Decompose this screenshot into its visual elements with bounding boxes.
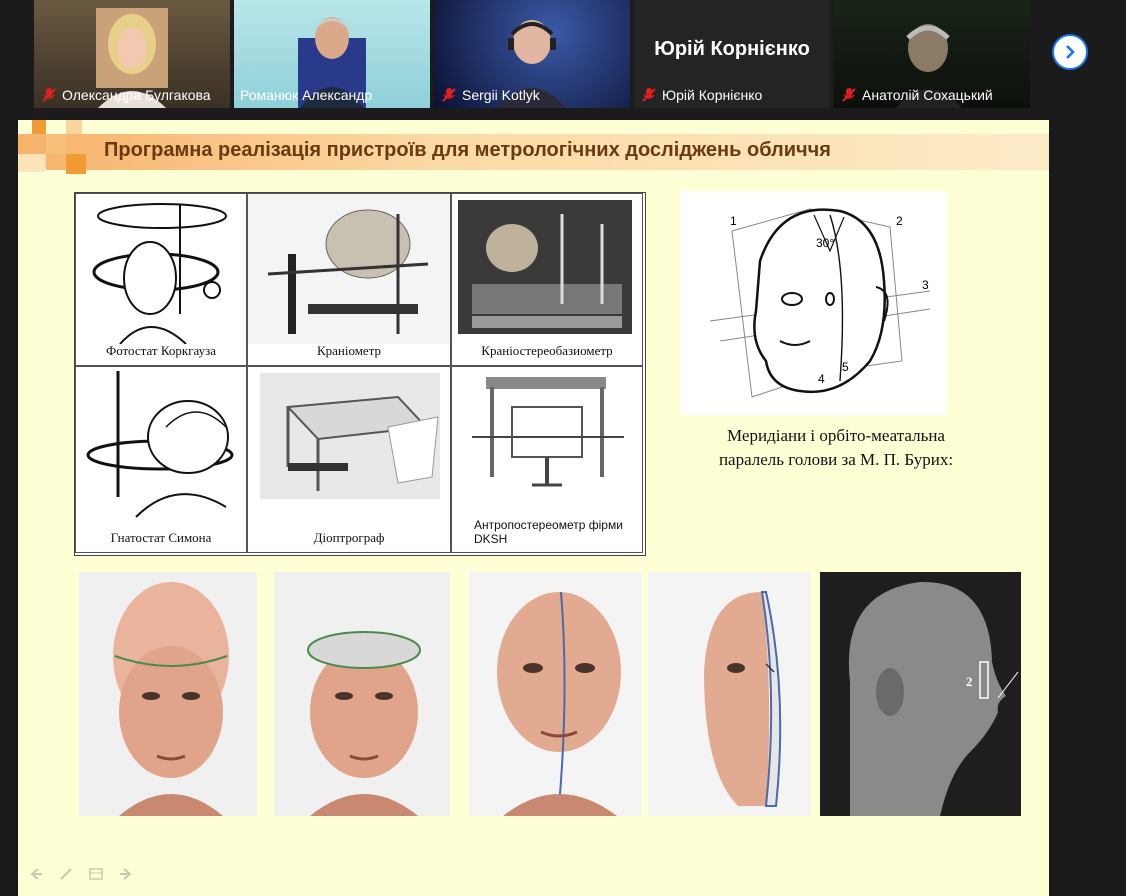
mic-muted-icon bbox=[442, 88, 456, 102]
meridian-label: 3 bbox=[922, 278, 929, 292]
slide-title: Програмна реалізація пристроїв для метро… bbox=[104, 139, 831, 161]
title-decoration bbox=[18, 154, 46, 172]
participant-namebar: Юрій Корнієнко bbox=[634, 82, 762, 108]
participant-name: Олександра Булгакова bbox=[62, 87, 211, 103]
device-caption: Антропостереометр фірми DKSH bbox=[474, 518, 623, 546]
face-render bbox=[469, 572, 642, 816]
mic-muted-icon bbox=[842, 88, 856, 102]
participant-tile[interactable]: Юрій Корнієнко Юрій Корнієнко bbox=[634, 0, 830, 108]
title-decoration bbox=[66, 154, 86, 174]
title-decoration bbox=[46, 134, 66, 154]
participant-tile[interactable]: Анатолій Сохацький bbox=[834, 0, 1030, 108]
device-table: Фотостат Коркгауза Краніометр Краніостер… bbox=[74, 192, 646, 556]
participant-name: Романюк Александр bbox=[240, 87, 373, 103]
device-caption: Краніостереобазиометр bbox=[481, 343, 613, 358]
face-render bbox=[274, 572, 450, 816]
next-slide-icon[interactable] bbox=[118, 866, 134, 887]
meridian-caption-line: паралель голови за М. П. Бурих: bbox=[718, 450, 954, 469]
participant-namebar: Олександра Булгакова bbox=[34, 82, 211, 108]
device-caption: Гнатостат Симона bbox=[110, 530, 212, 545]
device-cell: Гнатостат Симона bbox=[75, 366, 247, 553]
device-cell: Антропостереометр фірми DKSH bbox=[451, 366, 643, 553]
shared-slide: Програмна реалізація пристроїв для метро… bbox=[18, 120, 1049, 896]
face-render bbox=[648, 572, 811, 816]
device-cell: Краніометр bbox=[247, 193, 451, 366]
title-decoration bbox=[66, 120, 82, 134]
mic-muted-icon bbox=[42, 88, 56, 102]
profile-render: 2 bbox=[820, 572, 1021, 816]
participant-strip: Олександра Булгакова Романюк Александр S… bbox=[0, 0, 1126, 120]
participant-namebar: Анатолій Сохацький bbox=[834, 82, 993, 108]
menu-icon[interactable] bbox=[88, 866, 104, 887]
profile-label: 2 bbox=[966, 674, 973, 689]
meridian-label: 2 bbox=[896, 214, 903, 228]
pen-icon[interactable] bbox=[58, 866, 74, 887]
participant-name: Анатолій Сохацький bbox=[862, 87, 993, 103]
device-cell: Фотостат Коркгауза bbox=[75, 193, 247, 366]
meridian-label: 5 bbox=[842, 360, 849, 374]
participant-namebar: Романюк Александр bbox=[234, 82, 372, 108]
device-caption: Діоптрограф bbox=[313, 530, 385, 545]
participant-name: Юрій Корнієнко bbox=[662, 87, 763, 103]
device-cell: Краніостереобазиометр bbox=[451, 193, 643, 366]
mic-muted-icon bbox=[642, 88, 656, 102]
prev-slide-icon[interactable] bbox=[28, 866, 44, 887]
device-illustration bbox=[248, 194, 450, 344]
next-participants-button[interactable] bbox=[1052, 34, 1088, 70]
device-caption: Фотостат Коркгауза bbox=[105, 343, 217, 358]
meridian-label: 4 bbox=[818, 372, 825, 386]
device-illustration bbox=[86, 371, 234, 518]
meridian-caption-line: Меридіани і орбіто-меатальна bbox=[727, 426, 945, 445]
title-decoration bbox=[32, 120, 46, 134]
participant-big-name: Юрій Корнієнко bbox=[654, 38, 810, 60]
device-caption: Краніометр bbox=[316, 343, 382, 358]
meridian-diagram: 1 2 3 4 5 30° bbox=[680, 191, 947, 415]
device-illustration bbox=[92, 203, 227, 344]
participant-tile-active[interactable]: Романюк Александр bbox=[234, 0, 430, 108]
meridian-label: 30° bbox=[816, 236, 834, 250]
meridian-caption: Меридіани і орбіто-меатальна паралель го… bbox=[680, 424, 992, 472]
participant-namebar: Sergii Kotlyk bbox=[434, 82, 540, 108]
meridian-label: 1 bbox=[730, 214, 737, 228]
device-illustration bbox=[472, 377, 624, 487]
chevron-right-icon bbox=[1066, 45, 1075, 59]
face-render bbox=[79, 572, 257, 816]
participant-tile[interactable]: Олександра Булгакова bbox=[34, 0, 230, 108]
participant-name: Sergii Kotlyk bbox=[462, 87, 540, 103]
device-cell: Діоптрограф bbox=[247, 366, 451, 553]
participant-tile[interactable]: Sergii Kotlyk bbox=[434, 0, 630, 108]
device-illustration bbox=[260, 373, 440, 499]
device-illustration bbox=[458, 200, 632, 334]
